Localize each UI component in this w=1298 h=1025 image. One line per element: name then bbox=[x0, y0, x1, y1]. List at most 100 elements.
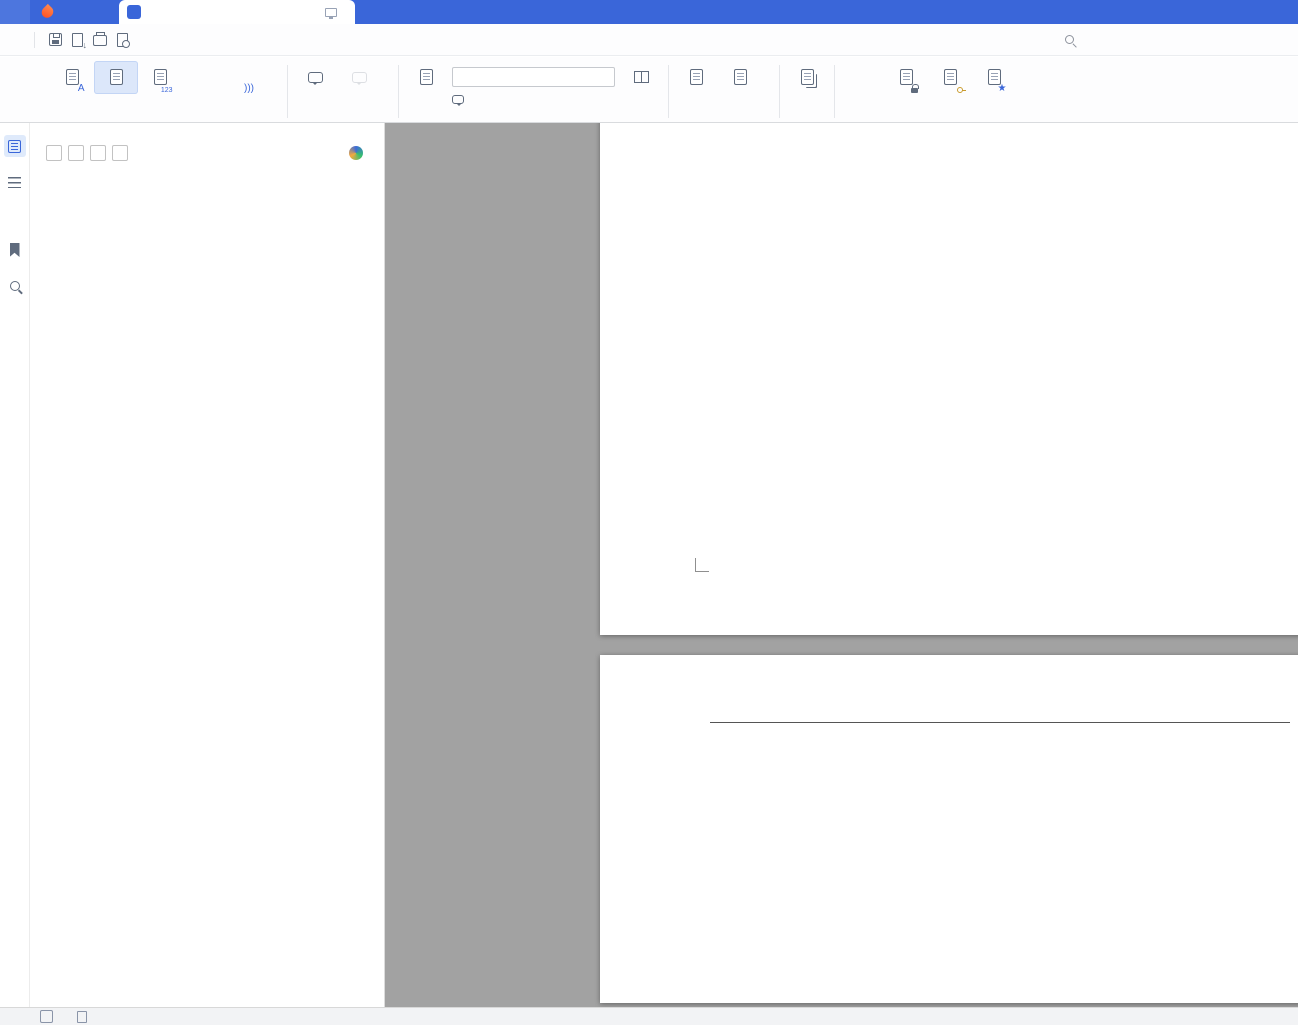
wps-writer-icon bbox=[127, 5, 141, 19]
show-markup-button[interactable] bbox=[452, 90, 615, 109]
convert-column bbox=[270, 61, 282, 108]
side-icon-strip bbox=[0, 123, 30, 1007]
toc-collapse-all-icon[interactable] bbox=[68, 145, 84, 161]
bookmark-toggle[interactable] bbox=[4, 239, 26, 261]
find-toggle[interactable] bbox=[4, 275, 26, 297]
doc-certification-button[interactable]: ★ bbox=[972, 61, 1016, 94]
command-search[interactable] bbox=[1065, 35, 1080, 44]
comment-nav-column bbox=[381, 61, 393, 108]
divider bbox=[779, 65, 780, 118]
correction-service-icon bbox=[109, 64, 123, 90]
outline-toggle[interactable] bbox=[4, 171, 26, 193]
print-preview-icon bbox=[117, 32, 130, 48]
print-preview-button[interactable] bbox=[117, 32, 130, 48]
document-page-20[interactable] bbox=[600, 123, 1298, 635]
review-pane-button[interactable] bbox=[619, 61, 663, 94]
accept-button[interactable] bbox=[674, 61, 718, 94]
export-button[interactable] bbox=[72, 32, 87, 50]
word-count-button[interactable]: 123 bbox=[138, 61, 182, 94]
show-markup-icon bbox=[452, 95, 464, 106]
lock-icon bbox=[910, 84, 919, 93]
export-icon bbox=[72, 32, 87, 50]
ai-sphere-icon bbox=[349, 146, 363, 160]
word-count-icon: 123 bbox=[153, 64, 173, 94]
track-changes-icon bbox=[419, 64, 433, 90]
save-button[interactable] bbox=[49, 33, 62, 46]
delete-comment-button[interactable] bbox=[337, 61, 381, 94]
divider bbox=[668, 65, 669, 118]
doc-proofread-icon: A bbox=[65, 64, 85, 94]
home-tab[interactable] bbox=[0, 0, 30, 24]
monitor-icon[interactable] bbox=[325, 7, 337, 19]
insert-comment-button[interactable] bbox=[293, 61, 337, 94]
bookmark-icon bbox=[9, 243, 20, 257]
toc-expand-icon[interactable] bbox=[90, 145, 106, 161]
insert-comment-icon bbox=[307, 64, 323, 90]
statusbar bbox=[0, 1007, 1298, 1025]
toc-select-icon[interactable] bbox=[46, 145, 62, 161]
ribbon: A 123 ))) ★ bbox=[0, 57, 1298, 123]
compare-icon bbox=[800, 64, 814, 90]
correction-service-button[interactable] bbox=[94, 61, 138, 94]
outline-icon bbox=[8, 176, 21, 188]
reject-icon bbox=[733, 64, 747, 90]
docer-flame-icon bbox=[39, 3, 56, 21]
docer-tab[interactable] bbox=[30, 0, 119, 24]
doc-proofread-icon bbox=[77, 1010, 87, 1023]
toc-panel-icon bbox=[8, 139, 21, 153]
print-button[interactable] bbox=[93, 32, 107, 46]
delete-comment-icon bbox=[351, 64, 367, 90]
search-icon bbox=[1065, 35, 1074, 44]
window-tabbar bbox=[0, 0, 1298, 24]
toc-toolbar bbox=[30, 139, 384, 169]
smart-recognize-button[interactable] bbox=[349, 146, 368, 160]
doc-permission-icon bbox=[943, 64, 966, 93]
header-rule bbox=[710, 722, 1290, 723]
doc-permission-button[interactable] bbox=[928, 61, 972, 94]
toc-collapse-icon[interactable] bbox=[112, 145, 128, 161]
doc-proofread-button[interactable]: A bbox=[50, 61, 94, 94]
compare-button[interactable] bbox=[785, 61, 829, 94]
toc-panel bbox=[30, 123, 385, 1007]
divider bbox=[398, 65, 399, 118]
trad-to-simp-button[interactable] bbox=[274, 67, 278, 86]
spell-check-button[interactable] bbox=[6, 61, 50, 94]
change-nav-column bbox=[762, 61, 774, 108]
divider bbox=[834, 65, 835, 118]
next-comment-button[interactable] bbox=[385, 89, 389, 108]
menubar bbox=[0, 24, 1298, 56]
restrict-editing-button[interactable] bbox=[884, 61, 928, 94]
document-tab[interactable] bbox=[119, 0, 355, 24]
prev-change-button[interactable] bbox=[766, 67, 770, 86]
accept-icon bbox=[689, 64, 703, 90]
save-icon bbox=[49, 33, 62, 46]
markup-state-select[interactable] bbox=[452, 67, 615, 87]
document-canvas[interactable] bbox=[385, 123, 1298, 1007]
print-icon bbox=[93, 32, 107, 46]
new-tab-button[interactable] bbox=[355, 0, 379, 24]
doc-certification-icon: ★ bbox=[987, 64, 1007, 94]
read-aloud-button[interactable]: ))) bbox=[226, 61, 270, 94]
status-doc-proofread[interactable] bbox=[77, 1010, 91, 1023]
wps-window: A 123 ))) bbox=[0, 0, 1298, 1025]
status-spell-check[interactable] bbox=[40, 1010, 61, 1023]
review-pane-icon bbox=[633, 64, 649, 90]
toc-panel-toggle[interactable] bbox=[3, 135, 26, 157]
prev-comment-button[interactable] bbox=[385, 67, 389, 86]
next-change-button[interactable] bbox=[766, 89, 770, 108]
spell-check-icon bbox=[40, 1010, 53, 1023]
margin-crop-mark bbox=[695, 558, 709, 572]
translate-button[interactable] bbox=[182, 61, 226, 94]
quick-access-toolbar bbox=[41, 32, 160, 50]
track-changes-button[interactable] bbox=[404, 61, 448, 94]
toc-tree bbox=[30, 169, 384, 1007]
search-icon bbox=[9, 281, 20, 291]
key-icon bbox=[956, 87, 966, 93]
simp-to-trad-button[interactable] bbox=[274, 89, 278, 108]
restrict-editing-icon bbox=[899, 64, 919, 93]
divider bbox=[34, 31, 35, 48]
ink-button[interactable] bbox=[840, 61, 884, 94]
reject-button[interactable] bbox=[718, 61, 762, 94]
divider bbox=[287, 65, 288, 118]
document-page-21[interactable] bbox=[600, 655, 1298, 1003]
